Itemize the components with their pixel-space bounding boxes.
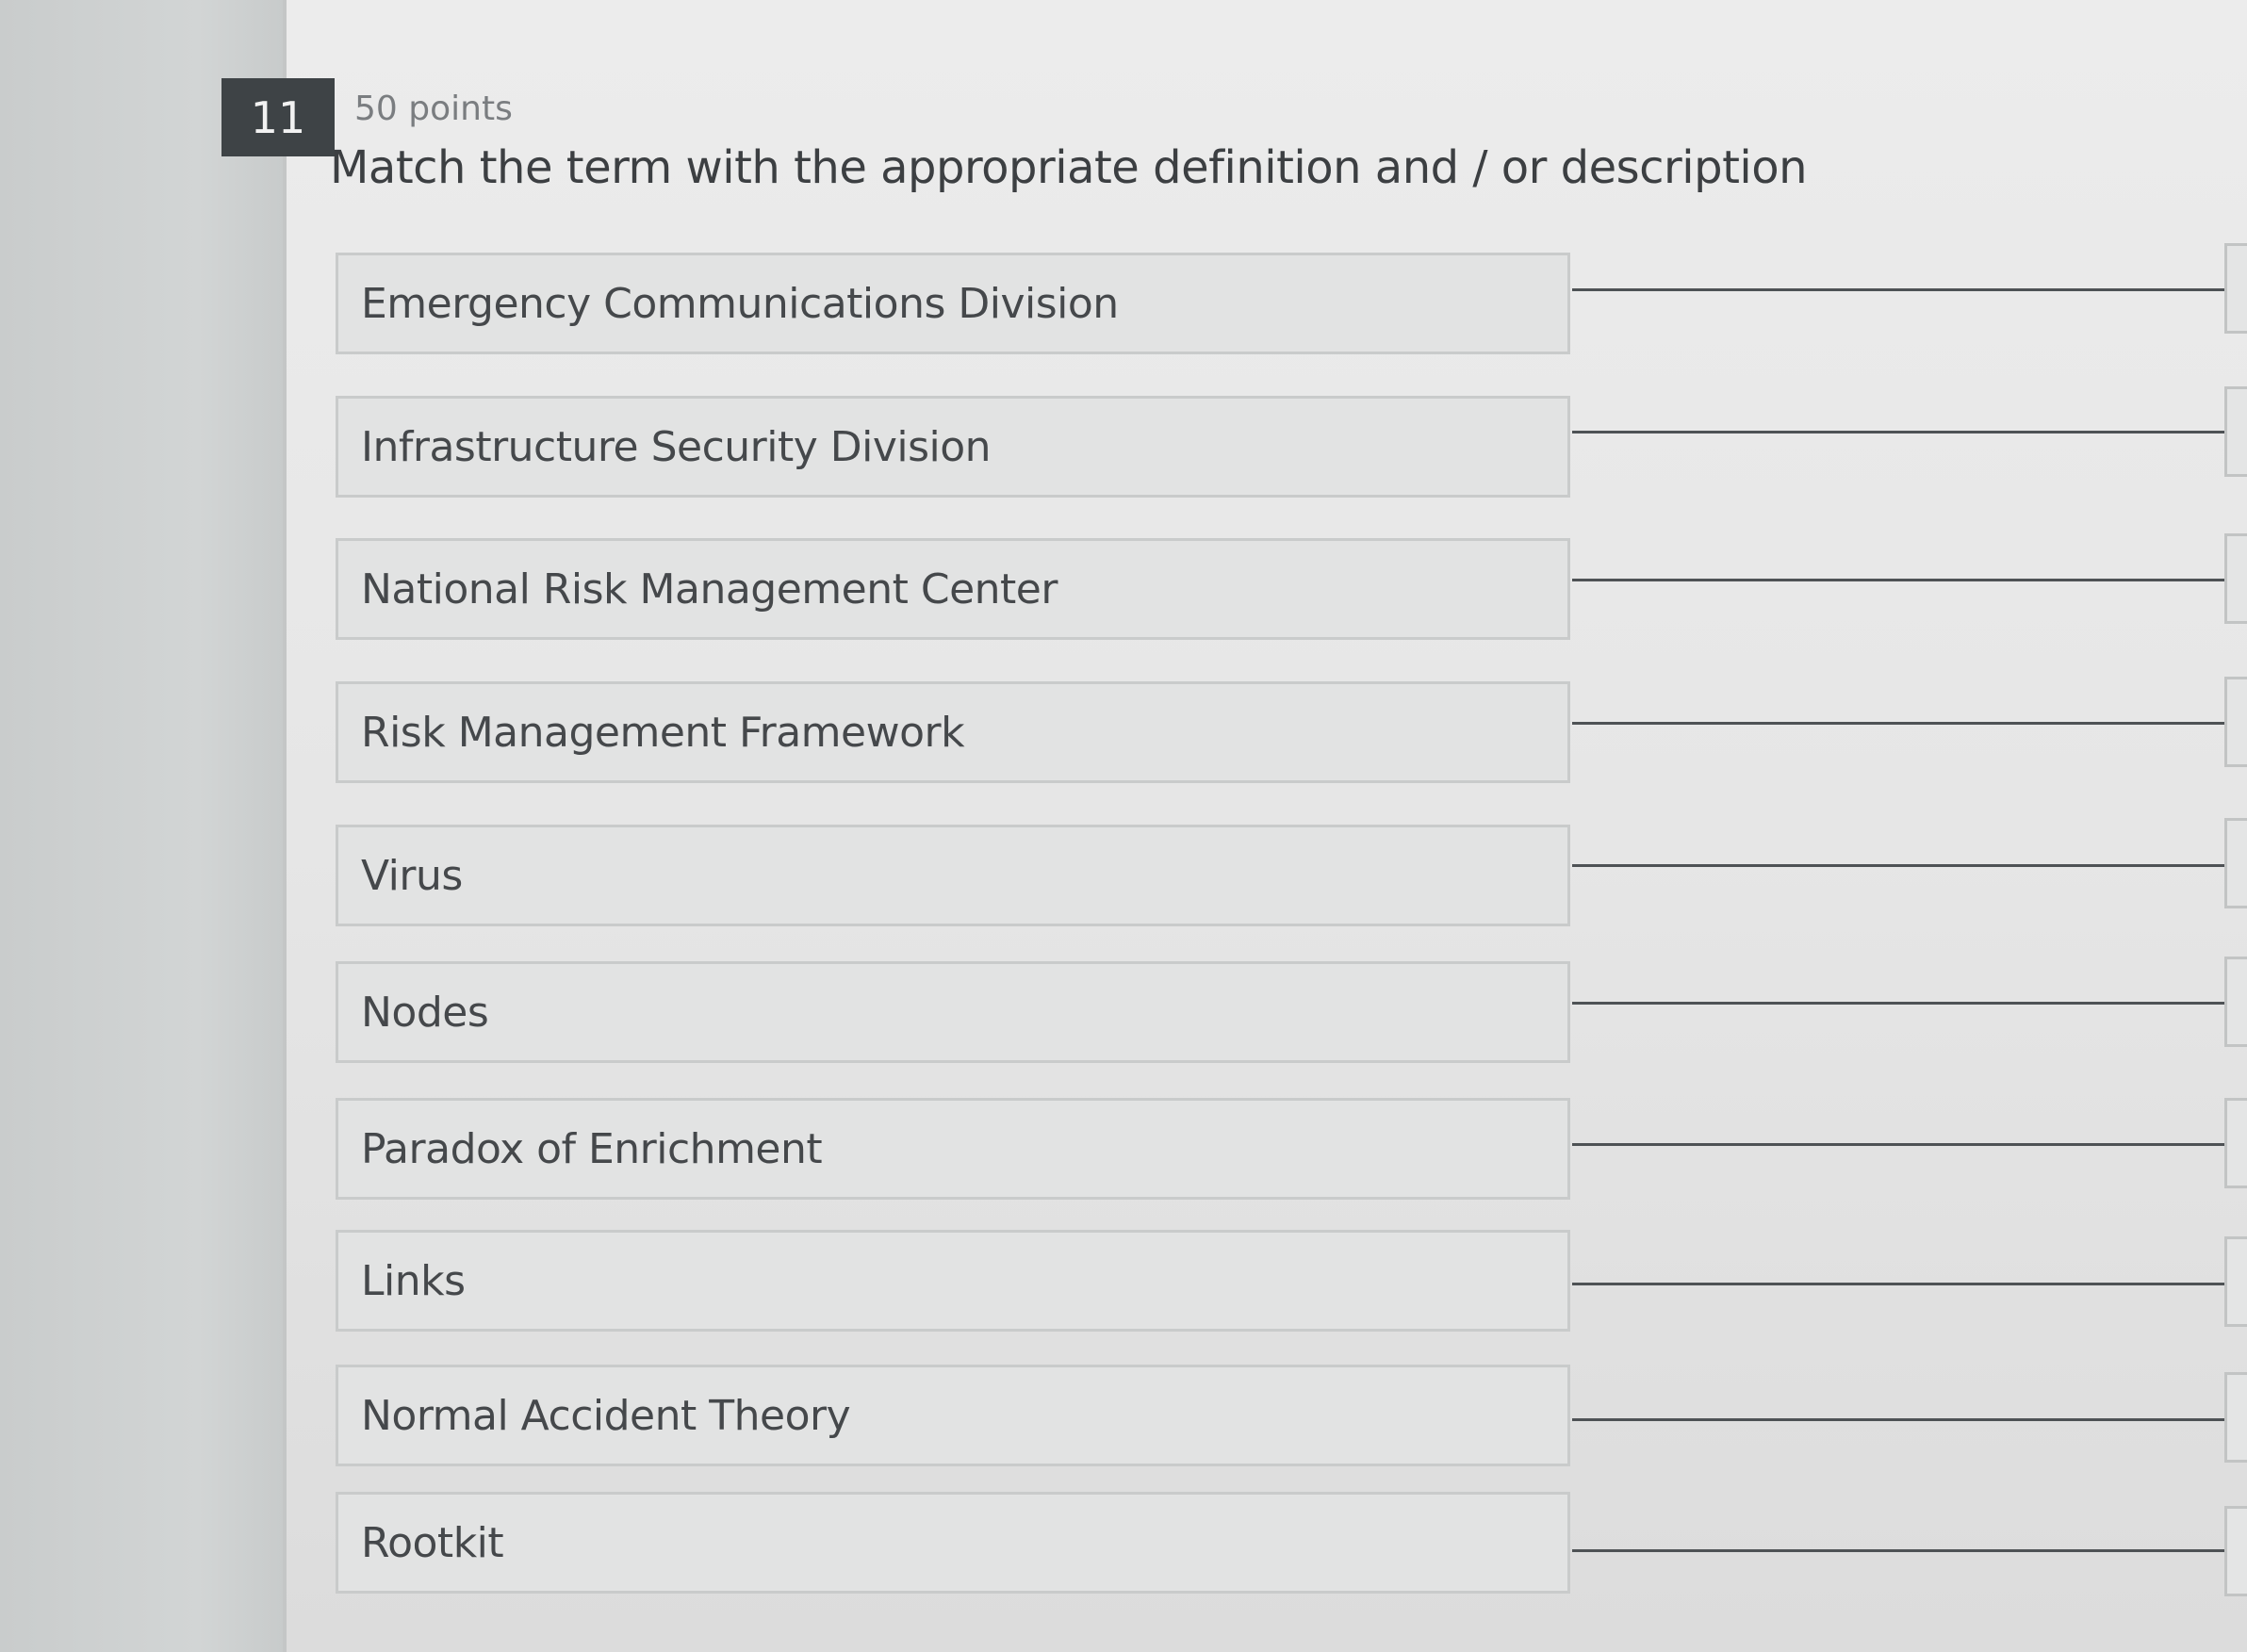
answer-slot[interactable] <box>2224 957 2247 1047</box>
answer-line <box>1572 288 2247 291</box>
answer-line <box>1572 1143 2247 1146</box>
answer-slot[interactable] <box>2224 677 2247 767</box>
answer-slot[interactable] <box>2224 1372 2247 1463</box>
question-points: 50 points <box>354 90 513 128</box>
question-number-badge: 11 <box>221 78 335 156</box>
answer-line <box>1572 864 2247 867</box>
answer-slot[interactable] <box>2224 1506 2247 1596</box>
term-item[interactable]: Normal Accident Theory <box>336 1365 1570 1466</box>
answer-line <box>1572 1549 2247 1552</box>
answer-slot[interactable] <box>2224 386 2247 477</box>
answer-slot[interactable] <box>2224 1098 2247 1188</box>
term-item[interactable]: Risk Management Framework <box>336 681 1570 783</box>
answer-line <box>1572 431 2247 433</box>
answer-slot[interactable] <box>2224 243 2247 334</box>
question-prompt: Match the term with the appropriate defi… <box>330 141 1808 194</box>
answer-line <box>1572 579 2247 581</box>
answer-line <box>1572 1283 2247 1285</box>
term-item[interactable]: Rootkit <box>336 1492 1570 1594</box>
term-item[interactable]: Virus <box>336 825 1570 926</box>
left-gutter <box>0 0 283 1652</box>
answer-slot[interactable] <box>2224 818 2247 908</box>
answer-line <box>1572 1418 2247 1421</box>
answer-line <box>1572 722 2247 725</box>
answer-slot[interactable] <box>2224 1236 2247 1327</box>
term-item[interactable]: Links <box>336 1230 1570 1332</box>
term-item[interactable]: Emergency Communications Division <box>336 253 1570 354</box>
answer-line <box>1572 1002 2247 1005</box>
term-item[interactable]: National Risk Management Center <box>336 538 1570 640</box>
term-item[interactable]: Infrastructure Security Division <box>336 396 1570 498</box>
term-item[interactable]: Nodes <box>336 961 1570 1063</box>
answer-slot[interactable] <box>2224 533 2247 624</box>
term-item[interactable]: Paradox of Enrichment <box>336 1098 1570 1200</box>
